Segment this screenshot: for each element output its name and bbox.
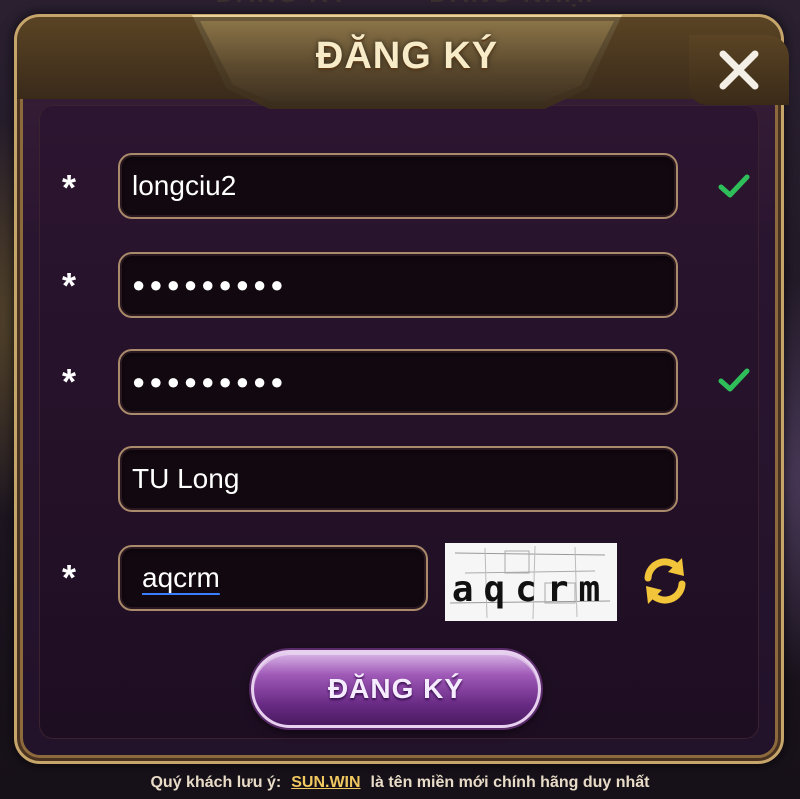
captcha-image: aqcrm bbox=[445, 543, 617, 621]
captcha-input[interactable]: aqcrm bbox=[118, 545, 428, 611]
check-icon bbox=[718, 368, 750, 392]
captcha-noise: aqcrm bbox=[445, 543, 617, 621]
register-submit-button[interactable]: ĐĂNG KÝ bbox=[251, 650, 541, 728]
close-button[interactable] bbox=[689, 35, 789, 105]
footer-prefix: Quý khách lưu ý: bbox=[150, 773, 282, 791]
footer-suffix: là tên miền mới chính hãng duy nhất bbox=[370, 773, 650, 791]
required-mark-password: * bbox=[62, 265, 77, 306]
dialog-title: ĐĂNG KÝ bbox=[315, 35, 499, 77]
captcha-input-value: aqcrm bbox=[142, 562, 220, 593]
bg-tab-register: ĐĂNG KÝ bbox=[195, 0, 369, 8]
captcha-image-text: aqcrm bbox=[452, 569, 610, 610]
required-mark-username: * bbox=[62, 167, 77, 208]
display-name-input[interactable]: TU Long bbox=[118, 446, 678, 512]
footer-notice: Quý khách lưu ý: SUN.WIN là tên miền mới… bbox=[0, 766, 800, 799]
check-icon bbox=[718, 174, 750, 198]
bg-tab-login: ĐĂNG NHẬP bbox=[409, 0, 624, 8]
username-input[interactable]: longciu2 bbox=[118, 153, 678, 219]
background-tabs: ĐĂNG KÝ ĐĂNG NHẬP bbox=[110, 0, 710, 8]
close-icon bbox=[719, 50, 759, 90]
required-mark-captcha: * bbox=[62, 557, 77, 598]
footer-brand-link[interactable]: SUN.WIN bbox=[291, 774, 360, 792]
password-confirm-input[interactable]: ●●●●●●●●● bbox=[118, 349, 678, 415]
refresh-captcha-icon[interactable] bbox=[638, 554, 692, 608]
password-input[interactable]: ●●●●●●●●● bbox=[118, 252, 678, 318]
required-mark-password-confirm: * bbox=[62, 361, 77, 402]
